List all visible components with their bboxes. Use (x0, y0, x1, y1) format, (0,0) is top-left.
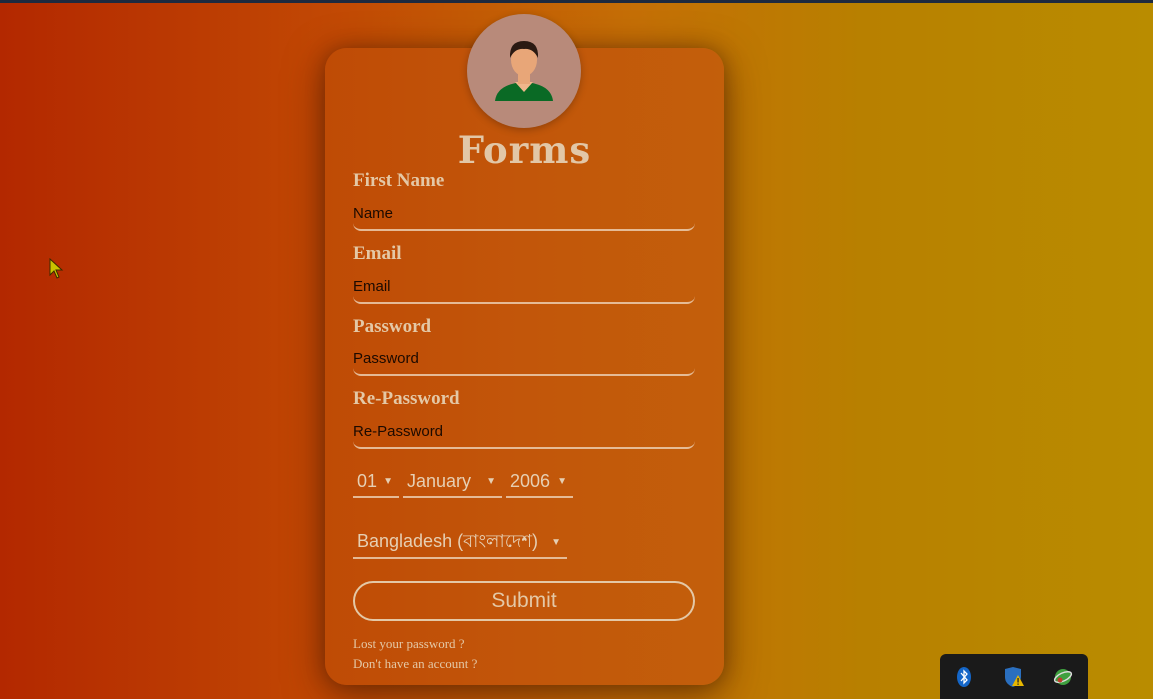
first-name-input[interactable] (353, 197, 695, 231)
re-password-label: Re-Password (353, 388, 460, 409)
password-label: Password (353, 316, 432, 337)
re-password-input[interactable] (353, 415, 695, 449)
user-avatar-icon (495, 41, 553, 101)
mouse-cursor-icon (49, 258, 64, 279)
top-border (0, 0, 1153, 3)
password-input[interactable] (353, 342, 695, 376)
form-title: Forms (457, 128, 592, 172)
chevron-down-icon: ▼ (551, 536, 561, 548)
dob-month-value: January (407, 470, 472, 491)
email-label: Email (353, 243, 402, 264)
dob-year-select[interactable]: 2006 ▼ (506, 466, 573, 498)
chevron-down-icon: ▼ (486, 475, 496, 487)
lost-password-link[interactable]: Lost your password ? (353, 636, 465, 652)
system-tray (940, 654, 1088, 699)
security-shield-warning-icon[interactable] (1002, 666, 1024, 688)
submit-button[interactable]: Submit (353, 581, 695, 621)
country-value: Bangladesh (বাংলাদেশ) (357, 530, 539, 551)
country-select[interactable]: Bangladesh (বাংলাদেশ) ▼ (353, 527, 567, 559)
dob-day-value: 01 (357, 470, 378, 491)
network-icon[interactable] (1052, 666, 1074, 688)
email-input[interactable] (353, 270, 695, 304)
dob-day-select[interactable]: 01 ▼ (353, 466, 399, 498)
dob-year-value: 2006 (510, 470, 551, 491)
chevron-down-icon: ▼ (557, 475, 567, 487)
avatar (467, 14, 581, 128)
create-account-link[interactable]: Don't have an account ? (353, 656, 477, 672)
dob-month-select[interactable]: January ▼ (403, 466, 502, 498)
bluetooth-icon[interactable] (953, 666, 975, 688)
first-name-label: First Name (353, 170, 445, 191)
chevron-down-icon: ▼ (383, 475, 393, 487)
